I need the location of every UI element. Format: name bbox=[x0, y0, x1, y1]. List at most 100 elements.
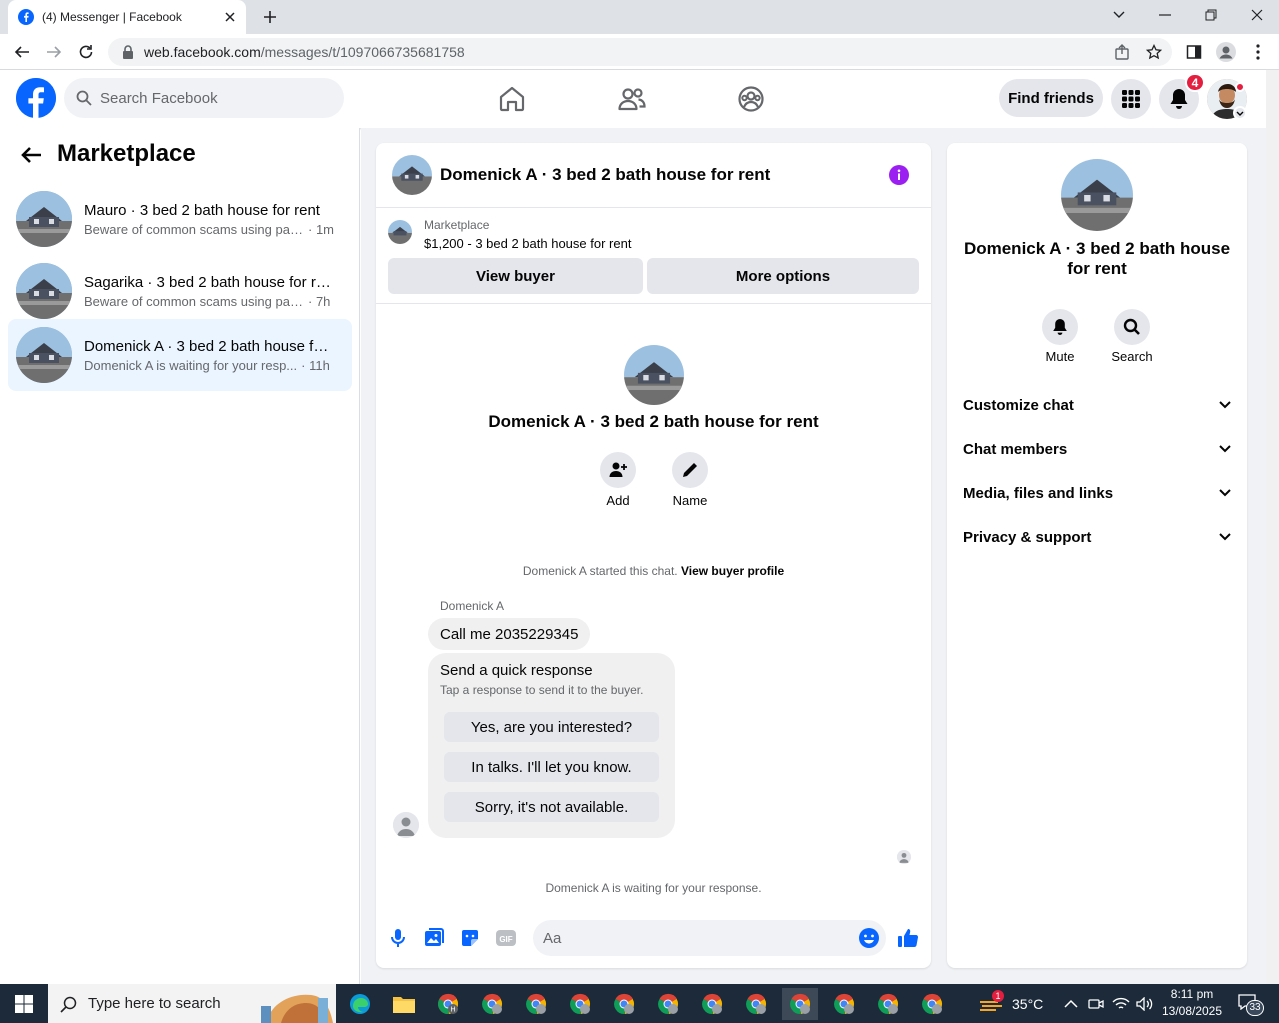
volume-icon[interactable] bbox=[1136, 984, 1154, 1023]
windows-start-icon[interactable] bbox=[0, 984, 48, 1023]
conversation-item[interactable]: Sagarika · 3 bed 2 bath house for rent B… bbox=[8, 255, 352, 327]
add-person-icon[interactable] bbox=[600, 452, 636, 488]
forward-arrow-icon[interactable] bbox=[42, 40, 66, 64]
conversation-item-active[interactable]: Domenick A · 3 bed 2 bath house for rent… bbox=[8, 319, 352, 391]
mute-label: Mute bbox=[1045, 349, 1075, 364]
section-label: Privacy & support bbox=[963, 528, 1092, 546]
profile-icon[interactable] bbox=[1214, 40, 1238, 64]
conversation-time: · 1m bbox=[308, 221, 334, 237]
quick-response-title: Send a quick response bbox=[440, 662, 593, 679]
home-icon[interactable] bbox=[497, 84, 527, 114]
taskbar-clock[interactable]: 8:11 pm 13/08/2025 bbox=[1160, 986, 1224, 1020]
search-input[interactable] bbox=[100, 89, 320, 107]
search-icon bbox=[76, 90, 92, 106]
menu-grid-icon[interactable] bbox=[1111, 79, 1151, 119]
notification-center-icon[interactable]: 33 bbox=[1238, 984, 1268, 1023]
notification-count: 33 bbox=[1246, 999, 1264, 1016]
chat-members-section[interactable]: Chat members bbox=[955, 427, 1239, 471]
edge-browser-icon[interactable] bbox=[342, 988, 378, 1020]
browser-menu-icon[interactable] bbox=[1246, 40, 1270, 64]
bookmark-star-icon[interactable] bbox=[1142, 40, 1166, 64]
pencil-icon[interactable] bbox=[672, 452, 708, 488]
name-label: Name bbox=[672, 493, 708, 508]
message-composer[interactable] bbox=[533, 920, 886, 956]
view-buyer-profile-link[interactable]: View buyer profile bbox=[681, 564, 784, 578]
minimize-icon[interactable] bbox=[1142, 0, 1188, 30]
search-label: Search bbox=[1111, 349, 1153, 364]
meet-now-icon[interactable] bbox=[1088, 984, 1104, 1023]
add-label: Add bbox=[606, 493, 630, 508]
reload-icon[interactable] bbox=[74, 40, 98, 64]
chrome-profile-icon[interactable] bbox=[518, 988, 554, 1020]
new-tab-icon[interactable] bbox=[258, 5, 282, 29]
photo-icon[interactable] bbox=[423, 927, 445, 949]
chrome-profile-icon[interactable] bbox=[914, 988, 950, 1020]
side-panel-icon[interactable] bbox=[1182, 40, 1206, 64]
thumbs-up-icon[interactable] bbox=[897, 927, 919, 949]
more-options-button[interactable]: More options bbox=[647, 258, 919, 294]
friends-icon[interactable] bbox=[617, 84, 647, 114]
chrome-profile-icon[interactable] bbox=[562, 988, 598, 1020]
facebook-logo-icon[interactable] bbox=[16, 78, 56, 118]
conversation-name: Domenick A · 3 bed 2 bath house for rent bbox=[84, 337, 334, 355]
quick-response-option[interactable]: Yes, are you interested? bbox=[444, 712, 659, 742]
message-bubble[interactable]: Call me 2035229345 bbox=[428, 618, 591, 650]
conversation-preview: Domenick A is waiting for your resp... bbox=[84, 357, 298, 373]
chrome-profile-icon[interactable] bbox=[826, 988, 862, 1020]
clock-date: 13/08/2025 bbox=[1161, 1004, 1223, 1018]
quick-response-option[interactable]: In talks. I'll let you know. bbox=[444, 752, 659, 782]
back-arrow-icon[interactable] bbox=[20, 143, 44, 167]
address-bar[interactable]: web.facebook.com/messages/t/109706673568… bbox=[108, 38, 1172, 66]
marketplace-title: Marketplace bbox=[57, 140, 196, 167]
show-hidden-icons-icon[interactable] bbox=[1064, 984, 1078, 1023]
restore-icon[interactable] bbox=[1188, 0, 1234, 30]
conversation-time: · 7h bbox=[308, 293, 331, 309]
mute-bell-icon[interactable] bbox=[1042, 309, 1078, 345]
privacy-support-section[interactable]: Privacy & support bbox=[955, 515, 1239, 559]
share-icon[interactable] bbox=[1110, 40, 1134, 64]
details-thumbnail bbox=[1061, 159, 1133, 231]
tab-search-chevron-icon[interactable] bbox=[1096, 0, 1142, 30]
wifi-icon[interactable] bbox=[1112, 984, 1130, 1023]
media-files-links-section[interactable]: Media, files and links bbox=[955, 471, 1239, 515]
quick-response-option[interactable]: Sorry, it's not available. bbox=[444, 792, 659, 822]
chat-title: Domenick A · 3 bed 2 bath house for rent bbox=[440, 165, 771, 184]
account-chevron-icon[interactable] bbox=[1233, 106, 1247, 120]
search-box[interactable] bbox=[64, 78, 344, 118]
page-scrollbar[interactable] bbox=[1266, 70, 1279, 984]
chevron-down-icon bbox=[1219, 445, 1231, 453]
weather-widget[interactable]: 1 35°C bbox=[978, 984, 1043, 1023]
find-friends-button[interactable]: Find friends bbox=[999, 79, 1103, 117]
emoji-icon[interactable] bbox=[858, 927, 880, 949]
chrome-profile-icon[interactable] bbox=[474, 988, 510, 1020]
svg-text:GIF: GIF bbox=[499, 935, 512, 944]
microphone-icon[interactable] bbox=[387, 927, 409, 949]
online-status-dot bbox=[1235, 82, 1245, 92]
search-icon[interactable] bbox=[1114, 309, 1150, 345]
conversation-item[interactable]: Mauro · 3 bed 2 bath house for rent Bewa… bbox=[8, 183, 352, 255]
info-icon[interactable] bbox=[889, 165, 909, 185]
chrome-active-icon[interactable] bbox=[782, 988, 818, 1020]
chat-thumbnail[interactable] bbox=[392, 155, 432, 195]
conversation-preview: Beware of common scams using pay... bbox=[84, 293, 304, 309]
groups-icon[interactable] bbox=[736, 84, 766, 114]
listing-title[interactable]: $1,200 - 3 bed 2 bath house for rent bbox=[424, 236, 631, 251]
gif-icon[interactable]: GIF bbox=[495, 927, 517, 949]
weather-icon: 1 bbox=[978, 989, 1004, 1014]
chrome-profile-icon[interactable] bbox=[694, 988, 730, 1020]
chrome-profile-icon[interactable] bbox=[650, 988, 686, 1020]
close-window-icon[interactable] bbox=[1234, 0, 1279, 30]
view-buyer-button[interactable]: View buyer bbox=[388, 258, 643, 294]
close-tab-icon[interactable] bbox=[224, 11, 236, 23]
chrome-profile-icon[interactable] bbox=[738, 988, 774, 1020]
message-input[interactable] bbox=[543, 929, 843, 947]
listing-thumbnail[interactable] bbox=[388, 220, 412, 244]
browser-tab[interactable]: (4) Messenger | Facebook bbox=[8, 0, 246, 34]
back-arrow-icon[interactable] bbox=[10, 40, 34, 64]
sticker-icon[interactable] bbox=[459, 927, 481, 949]
chrome-profile-icon[interactable] bbox=[606, 988, 642, 1020]
customize-chat-section[interactable]: Customize chat bbox=[955, 383, 1239, 427]
chrome-profile-h-icon[interactable]: H bbox=[430, 988, 466, 1020]
file-explorer-icon[interactable] bbox=[386, 988, 422, 1020]
chrome-profile-icon[interactable] bbox=[870, 988, 906, 1020]
